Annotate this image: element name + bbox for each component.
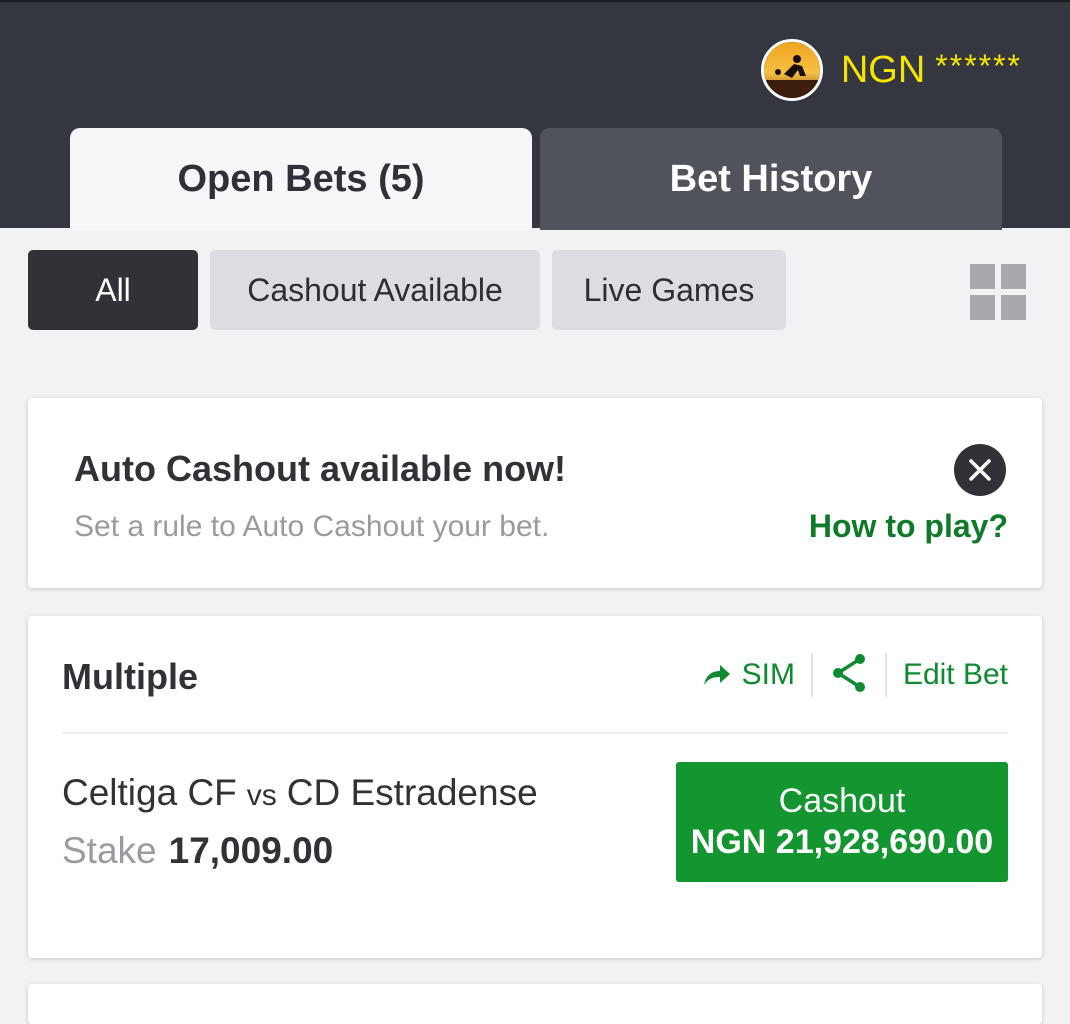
cashout-label: Cashout <box>778 782 906 820</box>
next-bet-card <box>28 984 1042 1024</box>
match-title[interactable]: Celtiga CF vs CD Estradense <box>62 772 538 814</box>
bet-divider <box>62 732 1008 734</box>
edit-bet-button[interactable]: Edit Bet <box>903 658 1008 692</box>
share-icon[interactable] <box>829 651 869 700</box>
balance-currency: NGN <box>840 48 926 91</box>
filter-cashout-available[interactable]: Cashout Available <box>210 250 540 330</box>
user-avatar-icon[interactable] <box>760 39 823 101</box>
bet-actions: SIM Edit Bet <box>702 652 1008 698</box>
bet-type-title: Multiple <box>62 656 198 697</box>
home-team: Celtiga CF <box>62 772 237 813</box>
grid-view-icon[interactable] <box>970 264 1028 322</box>
sim-button[interactable]: SIM <box>702 658 795 692</box>
top-header: NGN ****** Open Bets (5) Bet History <box>0 0 1070 230</box>
stake-value: 17,009.00 <box>168 830 334 871</box>
bet-card: Multiple SIM Edit Bet Celtiga CF vs CD Est… <box>28 616 1042 958</box>
action-divider <box>810 653 813 697</box>
close-icon[interactable] <box>954 444 1006 496</box>
sim-label: SIM <box>741 658 795 691</box>
auto-cashout-title: Auto Cashout available now! <box>74 448 567 489</box>
auto-cashout-subtitle: Set a rule to Auto Cashout your bet. <box>74 510 550 543</box>
tab-bet-history[interactable]: Bet History <box>540 128 1002 230</box>
action-divider <box>884 653 887 697</box>
cashout-amount: NGN 21,928,690.00 <box>690 823 994 861</box>
balance-masked[interactable]: ****** <box>935 48 1022 85</box>
filter-live-games[interactable]: Live Games <box>552 250 786 330</box>
stake-label: Stake <box>62 830 157 871</box>
account-balance[interactable]: NGN ****** <box>760 38 1022 102</box>
cashout-button[interactable]: Cashout NGN 21,928,690.00 <box>676 762 1008 882</box>
bet-filters: All Cashout Available Live Games <box>28 250 786 330</box>
away-team: CD Estradense <box>286 772 538 813</box>
vs-label: vs <box>246 779 277 812</box>
forward-arrow-icon <box>703 665 730 685</box>
tab-open-bets[interactable]: Open Bets (5) <box>70 128 532 230</box>
stake-row: Stake 17,009.00 <box>62 830 333 872</box>
filter-all[interactable]: All <box>28 250 198 330</box>
how-to-play-link[interactable]: How to play? <box>809 508 1008 545</box>
auto-cashout-banner: Auto Cashout available now! Set a rule t… <box>28 398 1042 588</box>
